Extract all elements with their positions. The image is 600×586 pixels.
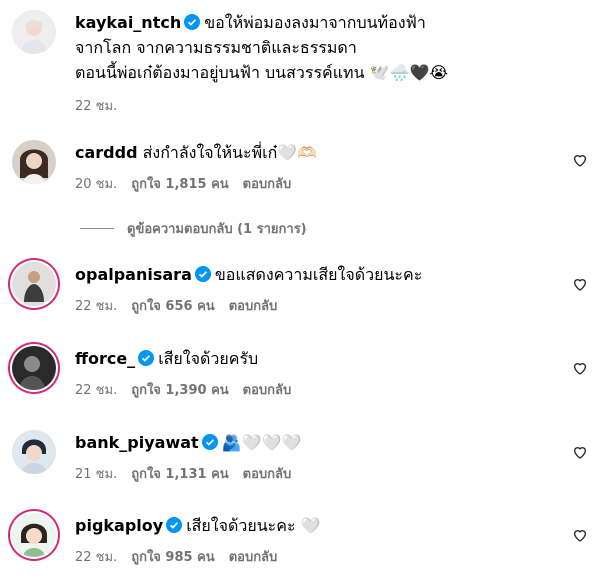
- verified-badge-icon: [138, 348, 155, 366]
- comment-text: ขอแสดงความเสียใจด้วยนะคะ: [214, 265, 423, 284]
- like-count[interactable]: ถูกใจ 1,390 คน: [131, 379, 228, 400]
- reply-button[interactable]: ตอบกลับ: [243, 173, 292, 194]
- like-count[interactable]: ถูกใจ 656 คน: [131, 295, 214, 316]
- avatar[interactable]: [12, 513, 56, 557]
- comment-text: 🫂🤍🤍🤍: [221, 433, 302, 452]
- username[interactable]: opalpanisara: [75, 265, 192, 284]
- like-count[interactable]: ถูกใจ 1,131 คน: [131, 463, 228, 484]
- avatar[interactable]: [12, 430, 56, 474]
- verified-badge-icon: [194, 264, 211, 282]
- timestamp[interactable]: 21 ชม.: [75, 463, 117, 484]
- username[interactable]: fforce_: [75, 349, 135, 368]
- username[interactable]: carddd: [75, 143, 138, 162]
- username[interactable]: pigkaploy: [75, 516, 163, 535]
- reply-button[interactable]: ตอบกลับ: [243, 379, 292, 400]
- username[interactable]: kaykai_ntch: [75, 13, 181, 32]
- reply-button[interactable]: ตอบกลับ: [229, 295, 278, 316]
- timestamp[interactable]: 22 ชม.: [75, 295, 117, 316]
- timestamp[interactable]: 22 ชม.: [75, 379, 117, 400]
- like-count[interactable]: ถูกใจ 985 คน: [131, 546, 214, 567]
- verified-badge-icon: [166, 515, 183, 533]
- timestamp[interactable]: 20 ชม.: [75, 173, 117, 194]
- timestamp[interactable]: 22 ชม.: [75, 546, 117, 567]
- divider: [80, 228, 114, 229]
- reply-button[interactable]: ตอบกลับ: [243, 463, 292, 484]
- view-replies-button[interactable]: ดูข้อความตอบกลับ (1 รายการ): [80, 218, 307, 239]
- heart-icon[interactable]: [572, 527, 588, 543]
- comment-text: เสียใจด้วยนะคะ 🤍: [186, 516, 321, 535]
- caption-line: จากโลก จากความธรรมชาติและธรรมดา: [75, 38, 357, 57]
- like-count[interactable]: ถูกใจ 1,815 คน: [131, 173, 228, 194]
- verified-badge-icon: [201, 432, 218, 450]
- comment-text: ส่งกำลังใจให้นะพี่เก๋🤍🫶🏻: [142, 143, 318, 162]
- comment-text: เสียใจด้วยครับ: [158, 349, 259, 368]
- heart-icon[interactable]: [572, 360, 588, 376]
- heart-icon[interactable]: [572, 444, 588, 460]
- view-replies-label: ดูข้อความตอบกลับ (1 รายการ): [127, 222, 307, 237]
- caption-line: ตอนนี้พ่อเก๋ต้องมาอยู่บนฟ้า บนสวรรค์แทน …: [75, 63, 449, 82]
- timestamp[interactable]: 22 ชม.: [75, 95, 117, 116]
- avatar[interactable]: [12, 262, 56, 306]
- avatar[interactable]: [12, 10, 56, 54]
- heart-icon[interactable]: [572, 276, 588, 292]
- reply-button[interactable]: ตอบกลับ: [229, 546, 278, 567]
- verified-badge-icon: [184, 12, 201, 30]
- heart-icon[interactable]: [572, 152, 588, 168]
- username[interactable]: bank_piyawat: [75, 433, 199, 452]
- caption-line: ขอให้พ่อมองลงมาจากบนท้องฟ้า: [204, 13, 426, 32]
- avatar[interactable]: [12, 346, 56, 390]
- avatar[interactable]: [12, 140, 56, 184]
